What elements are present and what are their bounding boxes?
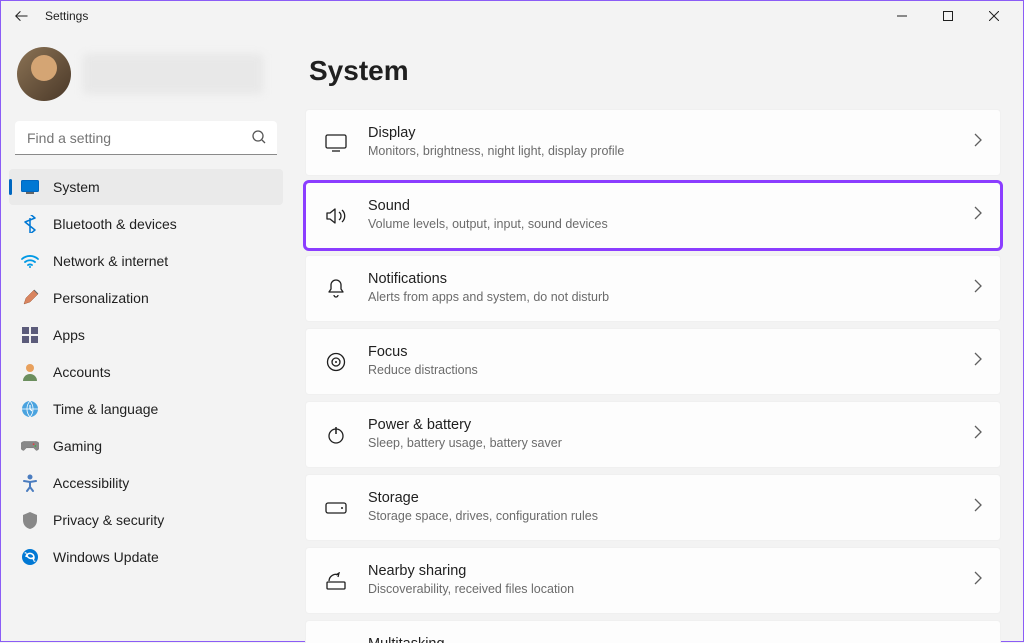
chevron-right-icon — [974, 133, 982, 152]
gamepad-icon — [21, 437, 39, 455]
setting-title: Nearby sharing — [368, 562, 974, 581]
setting-title: Power & battery — [368, 416, 974, 435]
setting-title: Display — [368, 124, 974, 143]
setting-desc: Sleep, battery usage, battery saver — [368, 435, 974, 453]
chevron-right-icon — [974, 425, 982, 444]
minimize-button[interactable] — [879, 1, 925, 31]
sidebar-item-time[interactable]: Time & language — [9, 391, 283, 427]
setting-text: Display Monitors, brightness, night ligh… — [368, 124, 974, 160]
setting-row-power[interactable]: Power & battery Sleep, battery usage, ba… — [305, 401, 1001, 468]
sidebar-item-label: Accounts — [53, 364, 111, 380]
main-content: System Display Monitors, brightness, nig… — [291, 31, 1023, 643]
setting-text: Storage Storage space, drives, configura… — [368, 489, 974, 525]
storage-icon — [324, 496, 348, 520]
setting-row-multitasking[interactable]: Multitasking Snap windows, desktops, tas… — [305, 620, 1001, 643]
avatar — [17, 47, 71, 101]
setting-row-display[interactable]: Display Monitors, brightness, night ligh… — [305, 109, 1001, 176]
maximize-button[interactable] — [925, 1, 971, 31]
setting-desc: Discoverability, received files location — [368, 581, 974, 599]
window-controls — [879, 1, 1017, 31]
sidebar-item-label: Personalization — [53, 290, 149, 306]
chevron-right-icon — [974, 571, 982, 590]
sidebar-item-label: Apps — [53, 327, 85, 343]
apps-icon — [21, 326, 39, 344]
close-button[interactable] — [971, 1, 1017, 31]
power-icon — [324, 423, 348, 447]
setting-title: Notifications — [368, 270, 974, 289]
sidebar-item-privacy[interactable]: Privacy & security — [9, 502, 283, 538]
chevron-right-icon — [974, 279, 982, 298]
user-info-redacted — [83, 54, 263, 94]
setting-desc: Alerts from apps and system, do not dist… — [368, 289, 974, 307]
accessibility-icon — [21, 474, 39, 492]
shield-icon — [21, 511, 39, 529]
speaker-icon — [324, 204, 348, 228]
setting-row-notifications[interactable]: Notifications Alerts from apps and syste… — [305, 255, 1001, 322]
sidebar-item-label: Gaming — [53, 438, 102, 454]
sidebar-item-accessibility[interactable]: Accessibility — [9, 465, 283, 501]
chevron-right-icon — [974, 352, 982, 371]
page-title: System — [309, 55, 1001, 87]
setting-text: Power & battery Sleep, battery usage, ba… — [368, 416, 974, 452]
sidebar-item-label: Privacy & security — [53, 512, 164, 528]
person-icon — [21, 363, 39, 381]
sidebar-item-accounts[interactable]: Accounts — [9, 354, 283, 390]
system-icon — [21, 178, 39, 196]
sidebar-item-bluetooth[interactable]: Bluetooth & devices — [9, 206, 283, 242]
sidebar: System Bluetooth & devices Network & int… — [1, 31, 291, 643]
setting-title: Storage — [368, 489, 974, 508]
setting-row-storage[interactable]: Storage Storage space, drives, configura… — [305, 474, 1001, 541]
close-icon — [989, 11, 999, 21]
setting-row-sound[interactable]: Sound Volume levels, output, input, soun… — [305, 182, 1001, 249]
setting-text: Nearby sharing Discoverability, received… — [368, 562, 974, 598]
update-icon — [21, 548, 39, 566]
sidebar-item-gaming[interactable]: Gaming — [9, 428, 283, 464]
chevron-right-icon — [974, 498, 982, 517]
sidebar-item-apps[interactable]: Apps — [9, 317, 283, 353]
sidebar-item-label: Time & language — [53, 401, 158, 417]
titlebar: Settings — [1, 1, 1023, 31]
sidebar-item-update[interactable]: Windows Update — [9, 539, 283, 575]
chevron-right-icon — [974, 206, 982, 225]
sidebar-item-personalization[interactable]: Personalization — [9, 280, 283, 316]
globe-icon — [21, 400, 39, 418]
setting-text: Focus Reduce distractions — [368, 343, 974, 379]
arrow-left-icon — [14, 9, 28, 23]
setting-desc: Storage space, drives, configuration rul… — [368, 508, 974, 526]
setting-title: Focus — [368, 343, 974, 362]
sidebar-item-label: System — [53, 179, 100, 195]
setting-desc: Volume levels, output, input, sound devi… — [368, 216, 974, 234]
sidebar-item-label: Bluetooth & devices — [53, 216, 177, 232]
setting-desc: Monitors, brightness, night light, displ… — [368, 143, 974, 161]
setting-title: Sound — [368, 197, 974, 216]
sidebar-item-network[interactable]: Network & internet — [9, 243, 283, 279]
minimize-icon — [897, 11, 907, 21]
window-title: Settings — [45, 9, 88, 23]
user-account-block[interactable] — [5, 39, 287, 117]
maximize-icon — [943, 11, 953, 21]
sidebar-item-label: Accessibility — [53, 475, 129, 491]
search-input[interactable] — [15, 121, 277, 155]
share-icon — [324, 569, 348, 593]
setting-row-nearby[interactable]: Nearby sharing Discoverability, received… — [305, 547, 1001, 614]
search-box — [15, 121, 277, 155]
paint-icon — [21, 289, 39, 307]
back-button[interactable] — [7, 2, 35, 30]
setting-row-focus[interactable]: Focus Reduce distractions — [305, 328, 1001, 395]
sidebar-item-system[interactable]: System — [9, 169, 283, 205]
nav-list: System Bluetooth & devices Network & int… — [5, 169, 287, 575]
focus-icon — [324, 350, 348, 374]
sidebar-item-label: Network & internet — [53, 253, 168, 269]
setting-desc: Reduce distractions — [368, 362, 974, 380]
bluetooth-icon — [21, 215, 39, 233]
bell-icon — [324, 277, 348, 301]
sidebar-item-label: Windows Update — [53, 549, 159, 565]
search-icon — [251, 129, 267, 150]
wifi-icon — [21, 252, 39, 270]
monitor-icon — [324, 131, 348, 155]
setting-text: Sound Volume levels, output, input, soun… — [368, 197, 974, 233]
setting-text: Notifications Alerts from apps and syste… — [368, 270, 974, 306]
